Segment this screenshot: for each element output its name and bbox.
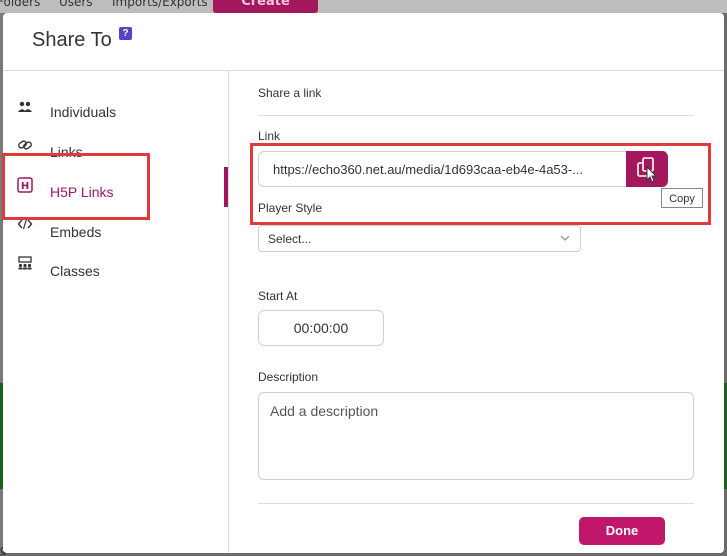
nav-item-folders[interactable]: Folders bbox=[0, 0, 40, 9]
users-icon bbox=[17, 99, 33, 115]
chevron-down-icon bbox=[560, 235, 570, 241]
classes-icon bbox=[17, 255, 33, 271]
sidebar-item-individuals[interactable]: Individuals bbox=[3, 93, 228, 131]
description-label: Description bbox=[258, 370, 319, 384]
divider bbox=[258, 115, 694, 116]
player-style-select[interactable]: Select... bbox=[258, 225, 581, 252]
highlight-link-field bbox=[250, 143, 711, 225]
link-label: Link bbox=[258, 129, 281, 143]
start-at-field[interactable]: 00:00:00 bbox=[258, 310, 384, 346]
help-icon[interactable]: ? bbox=[119, 27, 132, 40]
nav-item-imports-exports[interactable]: Imports/Exports bbox=[112, 0, 208, 9]
active-indicator bbox=[224, 167, 228, 207]
section-title: Share a link bbox=[258, 86, 322, 100]
sidebar-item-label: Embeds bbox=[50, 224, 102, 240]
modal-title: Share To bbox=[32, 29, 112, 51]
sidebar-item-label: Individuals bbox=[50, 104, 117, 120]
background-topbar: Folders Users Imports/Exports Create bbox=[0, 0, 727, 13]
nav-item-users[interactable]: Users bbox=[59, 0, 93, 9]
description-field[interactable]: Add a description bbox=[258, 392, 694, 480]
highlight-h5p-links bbox=[2, 153, 150, 220]
description-placeholder: Add a description bbox=[270, 403, 379, 419]
sidebar-item-classes[interactable]: Classes bbox=[3, 251, 228, 289]
link-icon bbox=[17, 137, 33, 153]
create-button[interactable]: Create bbox=[213, 0, 318, 13]
divider bbox=[258, 503, 694, 504]
create-label: Create bbox=[241, 0, 290, 9]
player-style-value: Select... bbox=[268, 232, 312, 246]
modal-header: Share To ? bbox=[3, 13, 724, 71]
share-modal: Share To ? Individuals Links H H5P Links bbox=[3, 13, 724, 553]
done-button[interactable]: Done bbox=[579, 517, 665, 545]
sidebar-item-label: Classes bbox=[50, 263, 100, 279]
start-at-label: Start At bbox=[258, 289, 298, 303]
share-sidebar: Individuals Links H H5P Links Embeds Cla… bbox=[3, 71, 229, 553]
